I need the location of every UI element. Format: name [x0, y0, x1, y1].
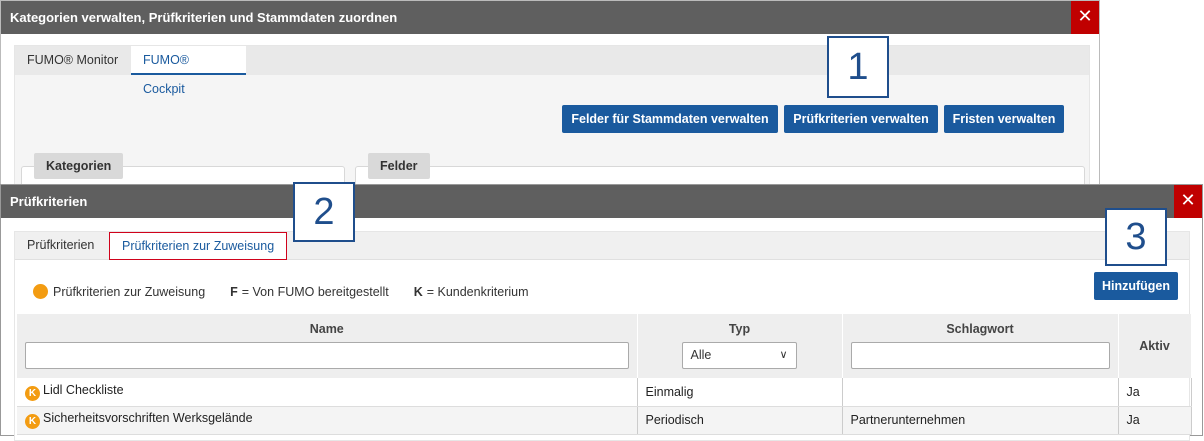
legend-assignment-label: Prüfkriterien zur Zuweisung — [53, 285, 206, 299]
legend: Prüfkriterien zur Zuweisung F = Von FUMO … — [33, 284, 529, 299]
cell-aktiv: Ja — [1118, 406, 1192, 435]
tab-bar: FUMO® Monitor FUMO® Cockpit — [15, 46, 1089, 96]
customer-criterion-badge: K — [25, 385, 40, 401]
chevron-down-icon: ∨ — [779, 349, 788, 361]
tab-bar: Prüfkriterien Prüfkriterien zur Zuweisun… — [15, 232, 1189, 260]
cell-name: K Lidl Checkliste — [17, 378, 638, 407]
close-icon[interactable]: ✕ — [1071, 1, 1099, 34]
tab-criteria[interactable]: Prüfkriterien — [15, 232, 106, 259]
tab-fumo-cockpit[interactable]: FUMO® Cockpit — [131, 46, 246, 96]
column-label-aktiv: Aktiv — [1139, 339, 1170, 353]
cell-name: K Sicherheitsvorschriften Werksgelände — [17, 406, 638, 435]
column-label-typ: Typ — [728, 322, 751, 336]
manage-categories-dialog: Kategorien verwalten, Prüfkriterien und … — [0, 0, 1100, 206]
name-filter-input[interactable] — [25, 342, 629, 369]
customer-criterion-badge: K — [25, 414, 40, 429]
dialog-title: Kategorien verwalten, Prüfkriterien und … — [1, 1, 1099, 34]
keyword-filter-input[interactable] — [850, 342, 1110, 369]
categories-heading: Kategorien — [34, 153, 124, 179]
cell-schlagwort — [842, 378, 1119, 407]
manage-deadlines-button[interactable]: Fristen verwalten — [944, 105, 1064, 133]
column-header-name: Name — [17, 314, 638, 378]
manage-master-data-fields-button[interactable]: Felder für Stammdaten verwalten — [562, 105, 778, 133]
table-row[interactable]: K Sicherheitsvorschriften Werksgelände Pe… — [17, 406, 1192, 435]
manage-criteria-button[interactable]: Prüfkriterien verwalten — [784, 105, 938, 133]
table-row[interactable]: K Lidl Checkliste Einmalig Ja — [17, 378, 1192, 407]
legend-f-key: F — [230, 285, 238, 299]
criteria-dialog: Prüfkriterien ✕ Prüfkriterien Prüfkriter… — [0, 184, 1203, 441]
legend-f-label: = Von FUMO bereitgestellt — [241, 285, 389, 299]
tab-fumo-monitor[interactable]: FUMO® Monitor — [15, 46, 131, 75]
row-name: Lidl Checkliste — [43, 382, 124, 397]
dialog-body: FUMO® Monitor FUMO® Cockpit Felder für S… — [14, 45, 1090, 206]
cell-typ: Einmalig — [637, 378, 843, 407]
callout-3: 3 — [1105, 208, 1167, 266]
cell-schlagwort: Partnerunternehmen — [842, 406, 1119, 435]
typ-filter-select[interactable]: Alle ∨ — [681, 342, 797, 369]
dialog-title: Prüfkriterien — [1, 185, 1202, 218]
cell-aktiv: Ja — [1118, 378, 1192, 407]
column-label-schlagwort: Schlagwort — [946, 322, 1014, 336]
legend-k-key: K — [413, 285, 423, 299]
callout-2: 2 — [293, 182, 355, 242]
row-name: Sicherheitsvorschriften Werksgelände — [43, 411, 253, 425]
assignment-dot-icon — [33, 284, 48, 299]
column-header-aktiv: Aktiv — [1118, 314, 1192, 378]
add-button[interactable]: Hinzufügen — [1094, 272, 1178, 300]
column-header-typ: Typ Alle ∨ — [637, 314, 843, 378]
callout-1: 1 — [827, 36, 889, 98]
dialog-body: Prüfkriterien Prüfkriterien zur Zuweisun… — [14, 231, 1192, 441]
fields-heading: Felder — [368, 153, 430, 179]
cell-typ: Periodisch — [637, 406, 843, 435]
tab-criteria-assignment[interactable]: Prüfkriterien zur Zuweisung — [109, 232, 288, 260]
column-header-schlagwort: Schlagwort — [842, 314, 1119, 378]
close-icon[interactable]: ✕ — [1174, 185, 1202, 218]
typ-filter-value: Alle — [690, 348, 712, 362]
column-label-name: Name — [309, 322, 344, 336]
legend-k-label: = Kundenkriterium — [426, 285, 529, 299]
criteria-table: Name Typ Alle ∨ Schlagwort Aktiv K Lidl … — [17, 314, 1192, 435]
